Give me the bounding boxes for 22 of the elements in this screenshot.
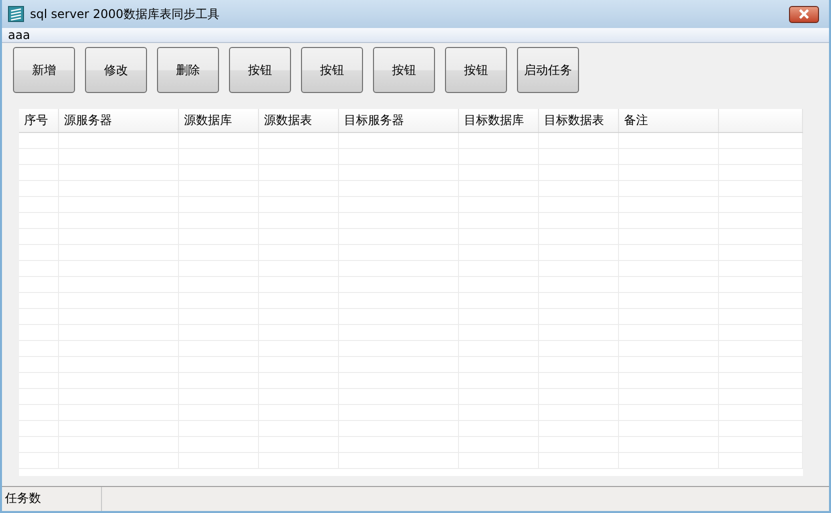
column-header[interactable]: 序号 [19, 109, 59, 132]
column-header[interactable]: 目标数据表 [539, 109, 619, 132]
menu-item[interactable]: aaa [8, 28, 30, 42]
toolbar-button[interactable]: 按钮 [301, 47, 363, 93]
close-icon [798, 9, 810, 19]
app-icon [8, 6, 24, 22]
toolbar-button[interactable]: 修改 [85, 47, 147, 93]
toolbar-button[interactable]: 删除 [157, 47, 219, 93]
window-title: sql server 2000数据库表同步工具 [30, 6, 220, 22]
column-header[interactable]: 备注 [619, 109, 719, 132]
toolbar-button[interactable]: 按钮 [373, 47, 435, 93]
status-label: 任务数 [2, 487, 102, 511]
toolbar-button[interactable]: 新增 [13, 47, 75, 93]
close-button[interactable] [789, 6, 819, 22]
column-header[interactable]: 源数据表 [259, 109, 339, 132]
toolbar-button[interactable]: 按钮 [445, 47, 507, 93]
column-header[interactable]: 源服务器 [59, 109, 179, 132]
toolbar-button[interactable]: 按钮 [229, 47, 291, 93]
column-header[interactable]: 源数据库 [179, 109, 259, 132]
toolbar-button[interactable]: 启动任务 [517, 47, 579, 93]
column-header[interactable]: 目标数据库 [459, 109, 539, 132]
column-header[interactable]: 目标服务器 [339, 109, 459, 132]
